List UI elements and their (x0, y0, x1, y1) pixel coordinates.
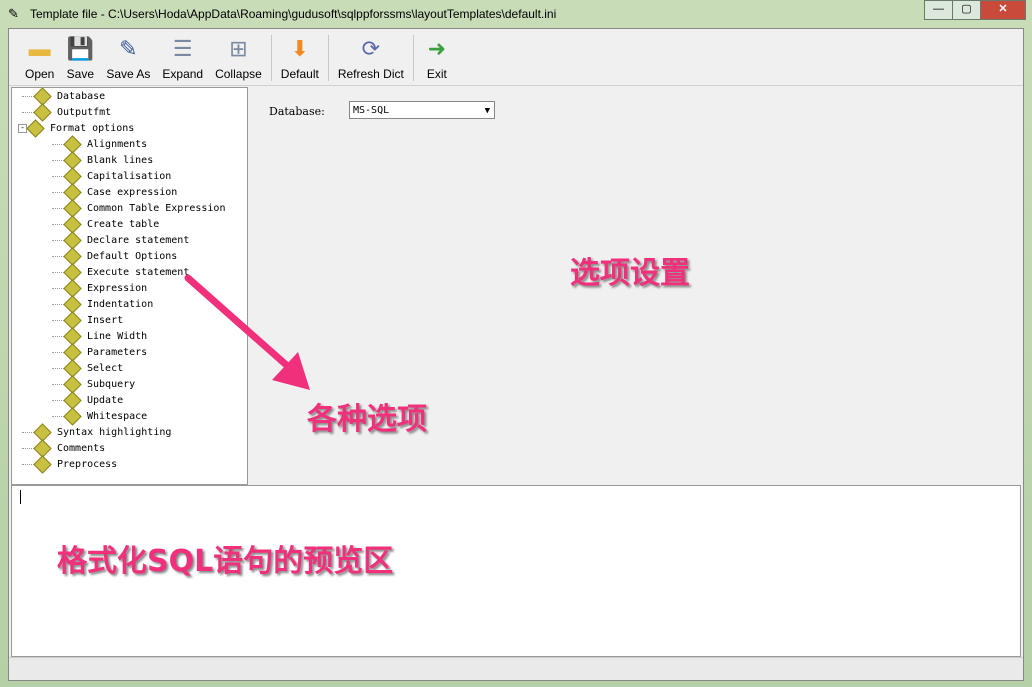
button-label: Default (280, 67, 319, 81)
tree-item-label: Declare statement (87, 234, 190, 246)
tree-item-label: Case expression (87, 186, 178, 198)
open-button[interactable]: ▬ Open (19, 35, 60, 85)
close-button[interactable]: ✕ (980, 0, 1026, 20)
tree-item[interactable]: Blank lines (12, 150, 247, 170)
tree-item-label: Common Table Expression (87, 202, 226, 214)
default-icon: ⬇ (290, 36, 310, 61)
tree-item-label: Database (57, 90, 106, 102)
tree-item-label: Comments (57, 442, 106, 454)
toolbar-separator (270, 35, 272, 81)
tree-item[interactable]: Capitalisation (12, 166, 247, 186)
tree-item[interactable]: Create table (12, 214, 247, 234)
database-select[interactable]: MS-SQL ▼ (349, 101, 495, 119)
tree-item-label: Whitespace (87, 410, 148, 422)
tree-item-label: Outputfmt (57, 106, 112, 118)
button-label: Expand (162, 67, 204, 81)
toolbar-separator (412, 35, 414, 81)
diamond-icon (63, 406, 82, 426)
tree-item[interactable]: Comments (12, 438, 247, 458)
tree-item-label: Expression (87, 282, 148, 294)
tree-item-label: Preprocess (57, 458, 118, 470)
database-label: Database: (269, 105, 325, 118)
tree-item-label: Capitalisation (87, 170, 172, 182)
app-window: ✎ Template file - C:\Users\Hoda\AppData\… (0, 0, 1032, 687)
collapse-icon: ⊞ (229, 36, 248, 61)
default-button[interactable]: ⬇ Default (275, 35, 325, 85)
tree-item[interactable]: Preprocess (12, 454, 247, 474)
tree-item-label: Format options (50, 122, 135, 134)
button-label: Exit (426, 67, 447, 81)
tree-item-label: Blank lines (87, 154, 154, 166)
save-button[interactable]: 💾 Save (60, 35, 100, 85)
window-title: Template file - C:\Users\Hoda\AppData\Ro… (30, 7, 557, 21)
exit-button[interactable]: ➜ Exit (417, 35, 457, 85)
expand-icon: ☰ (172, 36, 193, 61)
folder-icon: ▬ (28, 36, 51, 61)
annotation-arrow (184, 274, 310, 390)
status-bar (9, 657, 1023, 680)
annotation-options: 选项设置 (570, 256, 690, 291)
title-bar: ✎ Template file - C:\Users\Hoda\AppData\… (0, 0, 1032, 28)
client-area: ▬ Open 💾 Save ✎ Save As ☰ Expand ⊞ Collapse ⬇ Defau… (8, 28, 1024, 681)
tree-item[interactable]: Syntax highlighting (12, 422, 247, 442)
floppy-icon: 💾 (66, 36, 95, 61)
diamond-icon (33, 102, 52, 122)
tree-item-label: Create table (87, 218, 160, 230)
annotation-preview: 格式化SQL语句的预览区 (57, 544, 394, 579)
button-label: Collapse (215, 67, 262, 81)
refresh-icon: ⟳ (361, 36, 381, 61)
minimize-button[interactable]: — (924, 0, 953, 20)
expand-button[interactable]: ☰ Expand (156, 35, 209, 85)
tree-item[interactable]: Database (12, 86, 247, 106)
exit-icon: ➜ (427, 36, 447, 61)
save-as-icon: ✎ (119, 36, 138, 61)
chevron-down-icon: ▼ (484, 106, 490, 116)
tree-item[interactable]: Declare statement (12, 230, 247, 250)
button-label: Save As (106, 67, 151, 81)
tree-item-label: Subquery (87, 378, 136, 390)
diamond-icon (33, 454, 52, 474)
collapse-button[interactable]: ⊞ Collapse (209, 35, 268, 85)
tree-item-label: Parameters (87, 346, 148, 358)
tree-item[interactable]: Whitespace (12, 406, 247, 426)
tree-item-label: Syntax highlighting (57, 426, 172, 438)
tree-item-label: Select (87, 362, 124, 374)
text-caret (20, 490, 21, 504)
refresh-dict-button[interactable]: ⟳ Refresh Dict (332, 35, 410, 85)
maximize-button[interactable]: ▢ (952, 0, 981, 20)
tree-item[interactable]: Case expression (12, 182, 247, 202)
button-label: Open (25, 67, 55, 81)
tree-item[interactable]: - Format options (12, 118, 247, 138)
app-icon: ✎ (8, 6, 19, 21)
toolbar-separator (327, 35, 329, 81)
tree-item-label: Insert (87, 314, 124, 326)
save-as-button[interactable]: ✎ Save As (100, 35, 156, 85)
database-value: MS-SQL (353, 105, 390, 116)
toolbar: ▬ Open 💾 Save ✎ Save As ☰ Expand ⊞ Collapse ⬇ Defau… (9, 29, 1023, 86)
annotation-tree: 各种选项 (307, 402, 427, 437)
tree-item-label: Line Width (87, 330, 148, 342)
tree-item-label: Execute statement (87, 266, 190, 278)
tree-item-label: Default Options (87, 250, 178, 262)
tree-item[interactable]: Outputfmt (12, 102, 247, 122)
tree-item[interactable]: Default Options (12, 246, 247, 266)
tree-item-label: Update (87, 394, 124, 406)
tree-item-label: Alignments (87, 138, 148, 150)
tree-item-label: Indentation (87, 298, 154, 310)
button-label: Refresh Dict (337, 67, 404, 81)
button-label: Save (66, 67, 95, 81)
tree-item[interactable]: Common Table Expression (12, 198, 247, 218)
tree-item[interactable]: Alignments (12, 134, 247, 154)
